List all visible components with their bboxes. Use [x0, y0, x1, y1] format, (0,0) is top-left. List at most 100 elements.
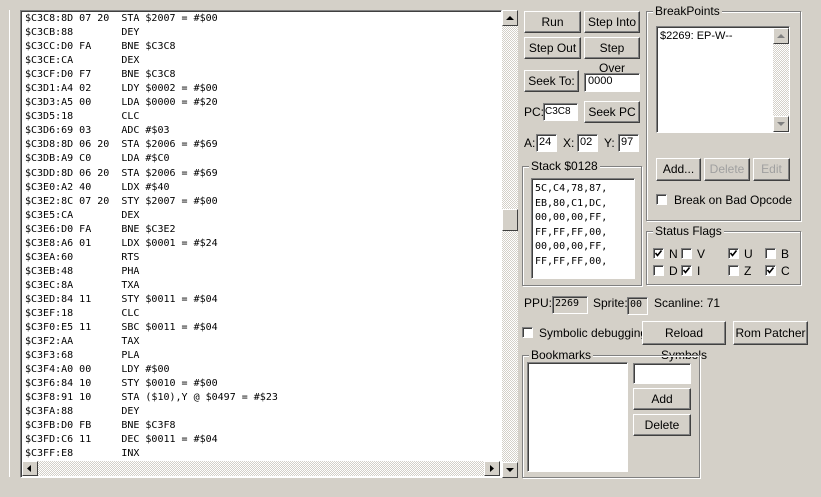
- bookmarks-title: Bookmarks: [529, 348, 594, 362]
- sprite-label: Sprite:: [593, 296, 628, 310]
- stack-title: Stack $0128: [529, 159, 600, 173]
- seek-to-button[interactable]: Seek To:: [524, 70, 579, 92]
- symbolic-debugging-checkbox[interactable]: [522, 327, 533, 338]
- breakpoint-edit-button[interactable]: Edit: [753, 158, 790, 181]
- breakpoints-scroll-down-button[interactable]: [773, 116, 789, 132]
- disassembly-line[interactable]: $C3EA:60 RTS: [22, 251, 500, 265]
- disassembly-line[interactable]: $C3FD:C6 11 DEC $0011 = #$04: [22, 433, 500, 447]
- disassembly-line[interactable]: $C3D1:A4 02 LDY $0002 = #$00: [22, 82, 500, 96]
- stack-line: 00,00,00,FF,: [535, 212, 608, 223]
- flag-u-checkbox[interactable]: [728, 248, 739, 259]
- disassembly-line[interactable]: $C3CB:88 DEY: [22, 26, 500, 40]
- disassembly-line[interactable]: $C3F4:A0 00 LDY #$00: [22, 363, 500, 377]
- disassembly-line[interactable]: $C3DD:8D 06 20 STA $2006 = #$69: [22, 167, 500, 181]
- disassembly-line[interactable]: $C3E8:A6 01 LDX $0001 = #$24: [22, 237, 500, 251]
- disassembly-line[interactable]: $C3C8:8D 07 20 STA $2007 = #$00: [22, 12, 500, 26]
- flag-n-label: N: [669, 247, 678, 261]
- arrow-up-icon: [506, 16, 514, 20]
- scroll-down-button[interactable]: [502, 462, 518, 478]
- disassembly-line[interactable]: $C3CF:D0 F7 BNE $C3C8: [22, 68, 500, 82]
- stack-view[interactable]: 5C,C4,78,87, EB,80,C1,DC, 00,00,00,FF, FF,F…: [531, 178, 635, 279]
- disassembly-line[interactable]: $C3F3:68 PLA: [22, 349, 500, 363]
- checkmark-icon: [766, 267, 775, 274]
- flag-z-checkbox[interactable]: [728, 265, 739, 276]
- checkmark-icon: [729, 250, 738, 257]
- breakpoint-delete-button[interactable]: Delete: [704, 158, 750, 181]
- seek-to-input[interactable]: 0000: [584, 73, 640, 92]
- flag-i-checkbox[interactable]: [681, 265, 692, 276]
- disassembly-hscroll-track[interactable]: [22, 461, 500, 476]
- disassembly-line[interactable]: $C3CC:D0 FA BNE $C3C8: [22, 40, 500, 54]
- step-into-button[interactable]: Step Into: [584, 11, 640, 33]
- flag-i-label: I: [697, 264, 701, 278]
- disassembly-line[interactable]: $C3F6:84 10 STY $0010 = #$00: [22, 377, 500, 391]
- disassembly-line[interactable]: $C3F8:91 10 STA ($10),Y @ $0497 = #$23: [22, 391, 500, 405]
- breakpoints-scroll-up-button[interactable]: [773, 28, 789, 44]
- break-bad-opcode-label: Break on Bad Opcode: [674, 193, 793, 207]
- disassembly-line[interactable]: $C3CE:CA DEX: [22, 54, 500, 68]
- run-button[interactable]: Run: [524, 11, 581, 33]
- arrow-down-icon: [506, 468, 514, 472]
- stack-line: FF,FF,FF,00,: [535, 226, 608, 238]
- disassembly-vscroll-track[interactable]: [502, 10, 518, 478]
- disassembly-line[interactable]: $C3F0:E5 11 SBC $0011 = #$04: [22, 321, 500, 335]
- scroll-right-button[interactable]: [484, 461, 500, 476]
- reload-symbols-button[interactable]: Reload Symbols: [642, 321, 726, 362]
- disassembly-view[interactable]: $C3C8:8D 07 20 STA $2007 = #$00 $C3CB:88 …: [22, 12, 500, 461]
- scroll-up-button[interactable]: [502, 10, 518, 26]
- flag-d-label: D: [669, 264, 678, 278]
- flag-v-checkbox[interactable]: [681, 248, 692, 259]
- bookmark-name-input[interactable]: [633, 363, 691, 384]
- arrow-down-icon: [777, 122, 785, 126]
- scroll-thumb[interactable]: [502, 209, 518, 231]
- disassembly-line[interactable]: $C3EB:48 PHA: [22, 265, 500, 279]
- sprite-value: 00: [627, 297, 648, 315]
- step-over-button[interactable]: Step Over: [584, 37, 640, 75]
- arrow-up-icon: [777, 34, 785, 38]
- bookmark-add-button[interactable]: Add: [633, 388, 691, 410]
- disassembly-line[interactable]: $C3EF:18 CLC: [22, 307, 500, 321]
- symbolic-debugging-label: Symbolic debugging: [539, 326, 648, 340]
- flag-c-checkbox[interactable]: [765, 265, 776, 276]
- pc-input[interactable]: C3C8: [543, 103, 578, 121]
- arrow-right-icon: [490, 465, 494, 472]
- breakpoint-item[interactable]: $2269: EP-W--: [660, 30, 733, 43]
- disassembly-line[interactable]: $C3E0:A2 40 LDX #$40: [22, 181, 500, 195]
- register-x-input[interactable]: 02: [577, 134, 598, 152]
- disassembly-line[interactable]: $C3FA:88 DEY: [22, 405, 500, 419]
- disassembly-line[interactable]: $C3E2:8C 07 20 STY $2007 = #$00: [22, 195, 500, 209]
- register-a-label: A:: [524, 136, 536, 150]
- bookmarks-list[interactable]: [527, 362, 628, 472]
- register-y-input[interactable]: 97: [618, 134, 639, 152]
- step-out-button[interactable]: Step Out: [524, 37, 581, 59]
- bookmark-delete-button[interactable]: Delete: [633, 414, 691, 436]
- stack-line: 00,00,00,FF,: [535, 241, 608, 252]
- register-a-input[interactable]: 24: [536, 134, 557, 152]
- disassembly-line[interactable]: $C3F2:AA TAX: [22, 335, 500, 349]
- disassembly-line[interactable]: $C3D5:18 CLC: [22, 110, 500, 124]
- disassembly-line[interactable]: $C3E6:D0 FA BNE $C3E2: [22, 223, 500, 237]
- disassembly-line[interactable]: $C3FF:E8 INX: [22, 447, 500, 461]
- breakpoint-add-button[interactable]: Add...: [656, 158, 701, 181]
- flag-v-label: V: [697, 247, 706, 261]
- disassembly-line[interactable]: $C3D3:A5 00 LDA $0000 = #$20: [22, 96, 500, 110]
- register-y-label: Y:: [604, 136, 615, 150]
- break-bad-opcode-checkbox[interactable]: [656, 194, 667, 205]
- disassembly-line[interactable]: $C3ED:84 11 STY $0011 = #$04: [22, 293, 500, 307]
- disassembly-line[interactable]: $C3D6:69 03 ADC #$03: [22, 124, 500, 138]
- disassembly-line[interactable]: $C3E5:CA DEX: [22, 209, 500, 223]
- flag-d-checkbox[interactable]: [653, 265, 664, 276]
- disassembly-line[interactable]: $C3DB:A9 C0 LDA #$C0: [22, 152, 500, 166]
- disassembly-line[interactable]: $C3D8:8D 06 20 STA $2006 = #$69: [22, 138, 500, 152]
- stack-line: 5C,C4,78,87,: [535, 183, 608, 194]
- flag-c-label: C: [781, 264, 790, 278]
- flag-n-checkbox[interactable]: [653, 248, 664, 259]
- rom-patcher-button[interactable]: Rom Patcher: [733, 321, 808, 345]
- stack-line: EB,80,C1,DC,: [535, 197, 608, 209]
- disassembly-line[interactable]: $C3EC:8A TXA: [22, 279, 500, 293]
- breakpoints-title: BreakPoints: [653, 4, 722, 18]
- scroll-left-button[interactable]: [22, 461, 38, 476]
- seek-pc-button[interactable]: Seek PC: [584, 101, 640, 123]
- disassembly-line[interactable]: $C3FB:D0 FB BNE $C3F8: [22, 419, 500, 433]
- flag-b-checkbox[interactable]: [765, 248, 776, 259]
